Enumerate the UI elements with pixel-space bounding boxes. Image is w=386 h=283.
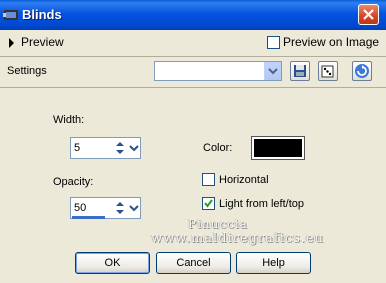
width-label: Width: [53,114,85,126]
random-button[interactable] [318,61,338,81]
opacity-level-bar [72,216,105,219]
width-value[interactable]: 5 [74,142,80,154]
light-from-left-top-label: Light from left/top [219,198,304,210]
preview-on-image-label: Preview on Image [283,35,380,49]
psp-app-icon [3,7,19,23]
save-preset-button[interactable] [290,61,310,81]
preview-on-image-checkbox[interactable] [267,36,280,49]
color-swatch[interactable] [251,136,305,160]
chevron-down-icon[interactable] [264,62,281,80]
width-spinner[interactable]: 5 [70,137,141,159]
light-from-left-top-checkbox[interactable] [202,197,215,210]
save-preset-icon [291,65,309,83]
opacity-value[interactable]: 50 [74,202,86,214]
watermark-line2: www.maldiregrafics.eu [151,231,325,246]
spin-arrows-icon[interactable] [114,139,126,157]
expand-triangle-icon[interactable] [9,38,14,48]
watermark-line1: Pinuccia [188,217,248,231]
settings-label: Settings [7,65,47,77]
chevron-down-icon[interactable] [128,139,140,157]
color-fill [254,139,302,157]
help-button[interactable]: Help [236,252,311,274]
color-label: Color: [203,142,233,154]
spin-arrows-icon[interactable] [114,199,126,217]
close-button[interactable] [358,4,379,25]
horizontal-checkbox[interactable] [202,173,215,186]
reset-icon [353,64,371,83]
horizontal-label: Horizontal [219,174,269,186]
reset-button[interactable] [352,61,372,81]
opacity-label: Opacity: [53,176,94,188]
chevron-down-icon[interactable] [128,199,140,217]
ok-button[interactable]: OK [75,252,150,274]
cancel-button[interactable]: Cancel [156,252,231,274]
window-title: Blinds [22,7,62,22]
random-dice-icon [319,65,337,83]
preview-toggle-label[interactable]: Preview [21,35,64,49]
preset-dropdown[interactable] [154,61,282,81]
